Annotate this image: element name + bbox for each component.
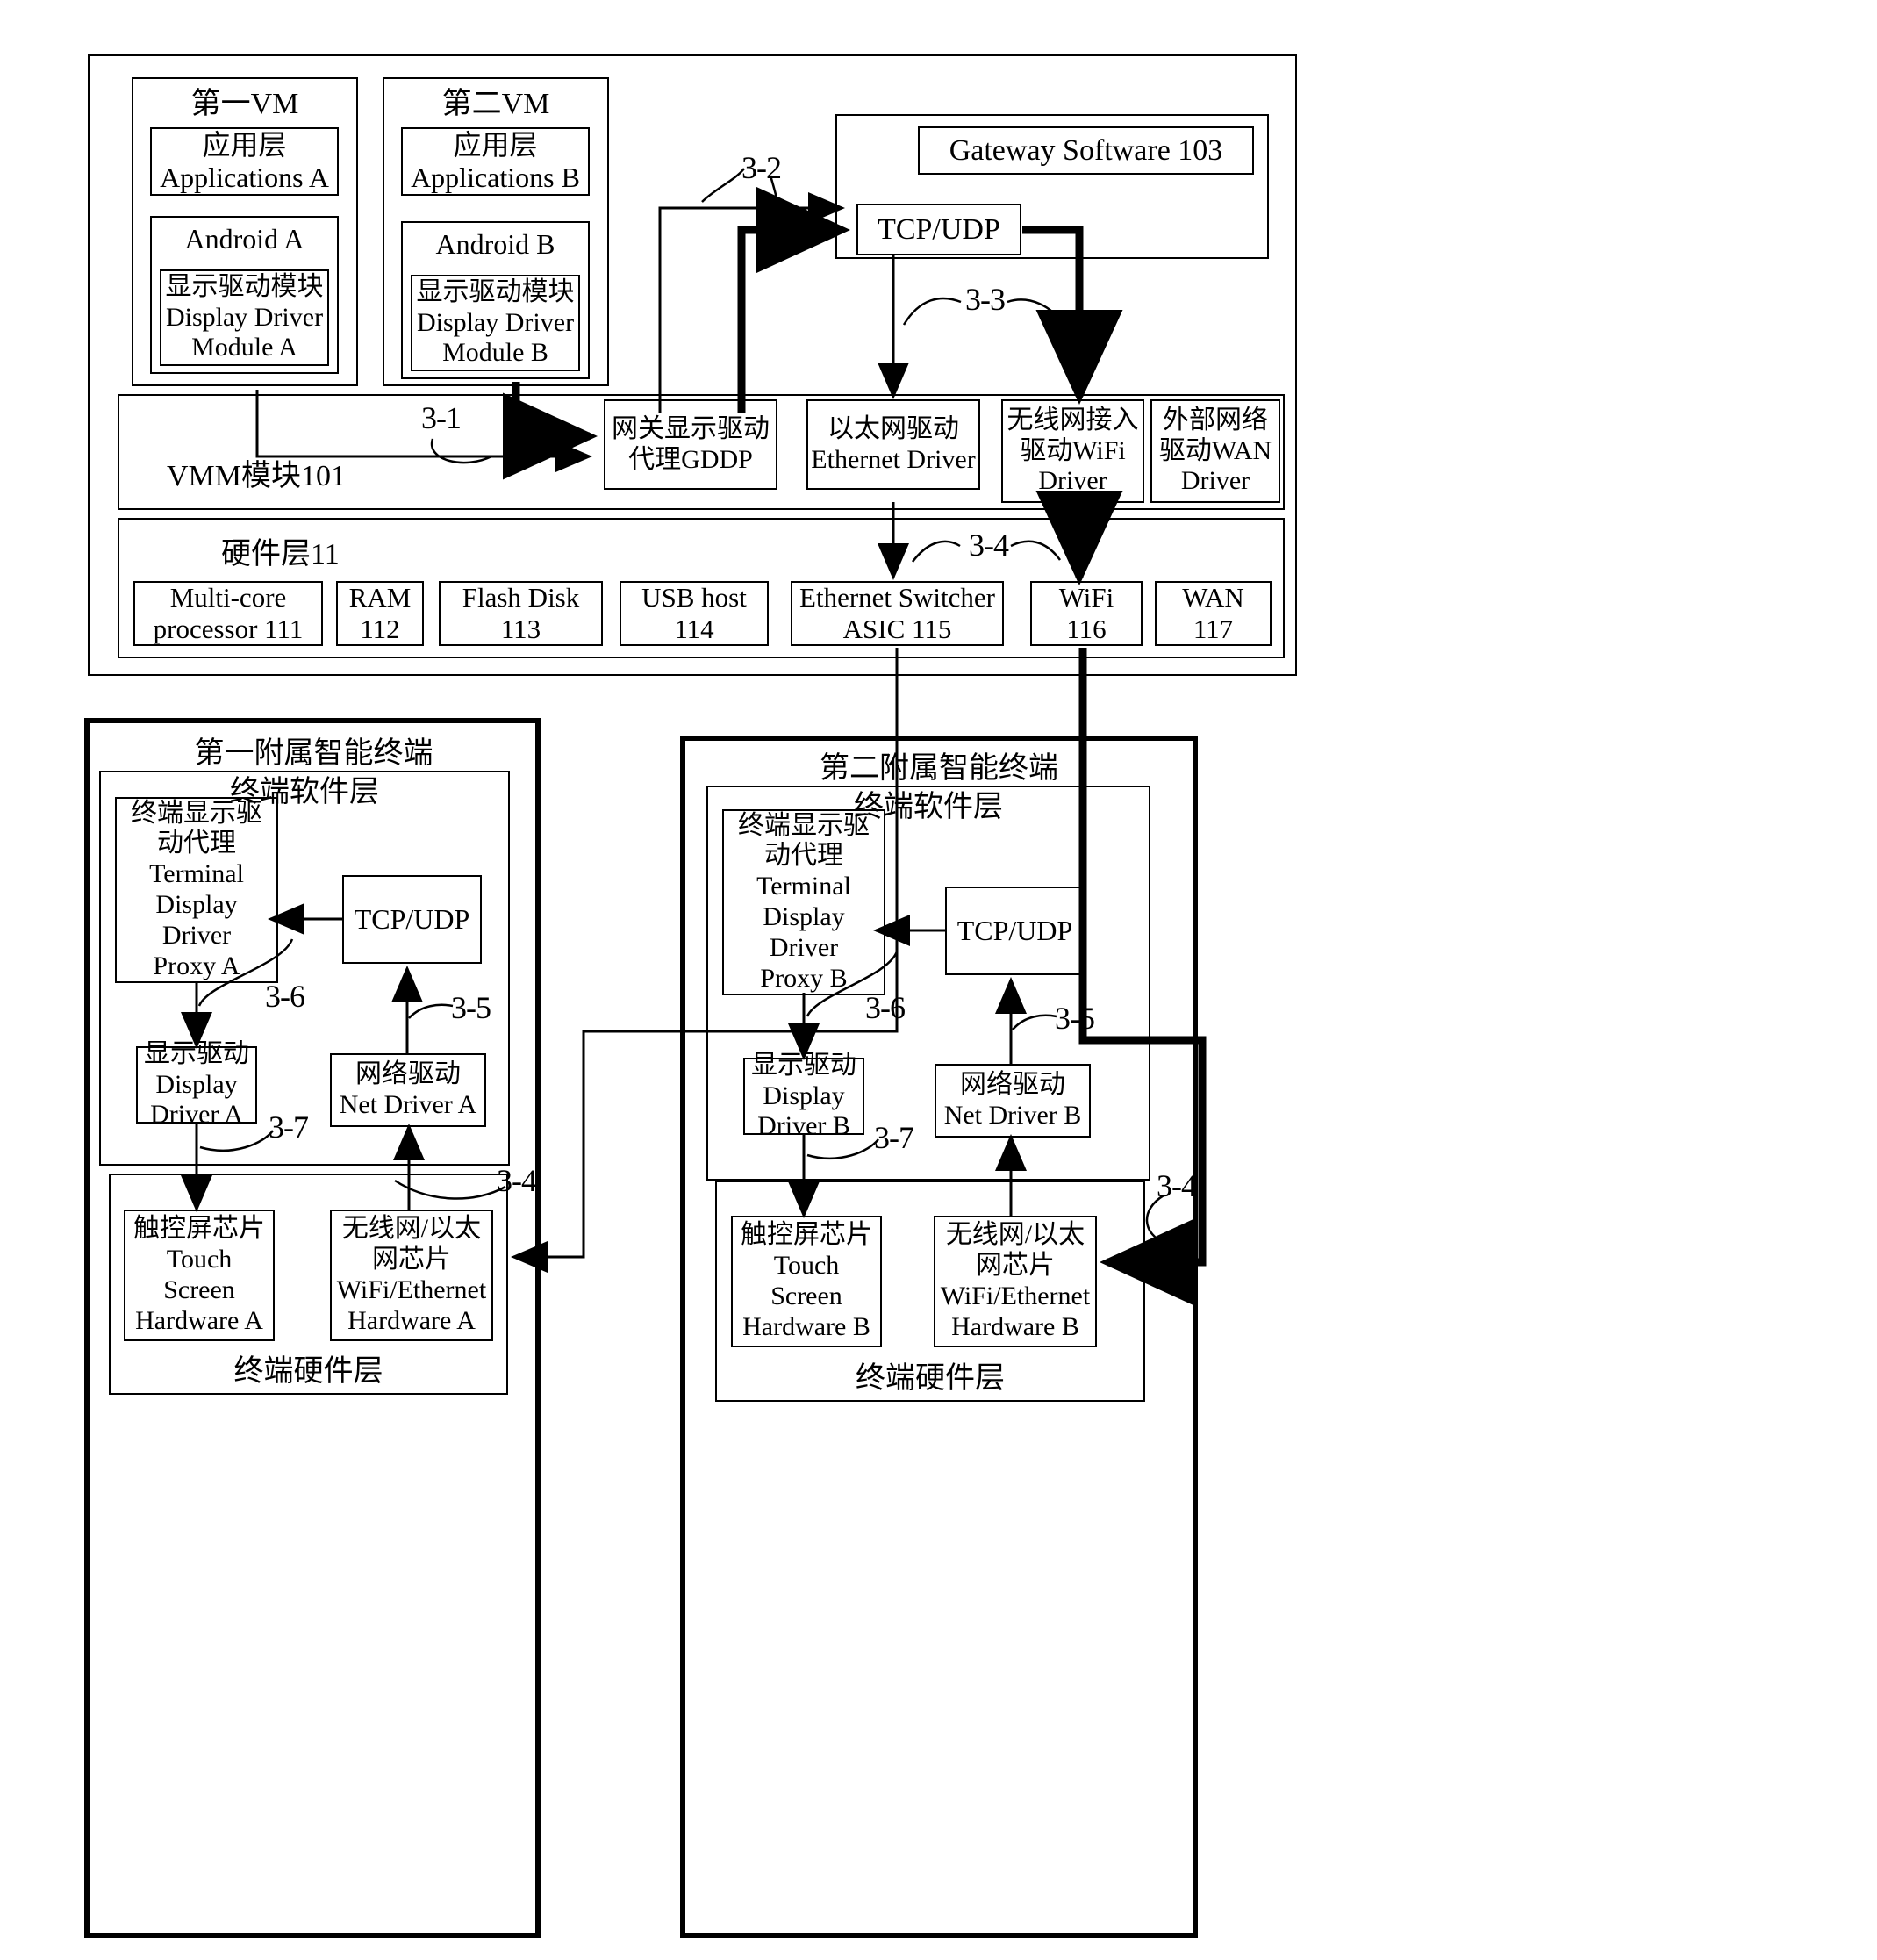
- hw-usbhost-label: USB host 114: [641, 582, 747, 644]
- wifi-driver-label: 无线网接入 驱动WiFi Driver: [1007, 405, 1139, 496]
- terminal-a-touch-screen-label: 触控屏芯片 Touch Screen Hardware A: [133, 1214, 265, 1335]
- flow-label-3-1: 3-1: [421, 400, 462, 435]
- terminal-a-title: 第一附属智能终端: [194, 737, 433, 771]
- flow-label-3-4-gateway: 3-4: [969, 528, 1009, 563]
- flow-label-3-5-terminal-b: 3-5: [1055, 1001, 1095, 1036]
- terminal-a-hardware-layer-title: 终端硬件层: [233, 1355, 383, 1389]
- hw-ram-label: RAM 112: [348, 582, 412, 644]
- terminal-b-wifi-ethernet-label: 无线网/以太 网芯片 WiFi/Ethernet Hardware B: [940, 1220, 1091, 1341]
- terminal-a-display-driver-label: 显示驱动 Display Driver A: [144, 1038, 249, 1130]
- flow-label-3-4-terminal-a: 3-4: [497, 1163, 537, 1198]
- terminal-b-display-driver-proxy-label: 终端显示驱 动代理 Terminal Display Driver Proxy …: [738, 810, 870, 993]
- gateway-software-title: Gateway Software 103: [949, 133, 1223, 167]
- diagram-canvas: 第一VM 应用层 Applications A Android A 显示驱动模块…: [0, 0, 1877, 1960]
- gateway-tcp-udp-label: TCP/UDP: [878, 212, 1000, 246]
- flow-label-3-4-terminal-b: 3-4: [1157, 1168, 1197, 1203]
- terminal-a-display-driver-proxy-label: 终端显示驱 动代理 Terminal Display Driver Proxy …: [131, 798, 262, 980]
- gddp-label: 网关显示驱动 代理GDDP: [612, 413, 770, 474]
- ethernet-driver-label: 以太网驱动 Ethernet Driver: [811, 413, 976, 474]
- terminal-b-title: 第二附属智能终端: [820, 752, 1058, 786]
- terminal-a-wifi-ethernet-label: 无线网/以太 网芯片 WiFi/Ethernet Hardware A: [336, 1214, 487, 1335]
- flow-label-3-7-terminal-a: 3-7: [269, 1109, 309, 1145]
- vm1-display-driver-module-label: 显示驱动模块 Display Driver Module A: [165, 271, 324, 363]
- flow-label-3-6-terminal-b: 3-6: [865, 990, 906, 1025]
- hw-wifi-label: WiFi 116: [1058, 582, 1114, 644]
- terminal-a-tcp-udp-label: TCP/UDP: [354, 902, 470, 935]
- flow-label-3-2: 3-2: [741, 150, 782, 185]
- terminal-b-tcp-udp-label: TCP/UDP: [956, 914, 1073, 946]
- vm1-title: 第一VM: [190, 88, 299, 121]
- flow-label-3-3: 3-3: [965, 282, 1006, 317]
- vm2-display-driver-module-label: 显示驱动模块 Display Driver Module B: [416, 276, 575, 368]
- terminal-b-net-driver-label: 网络驱动 Net Driver B: [943, 1070, 1082, 1130]
- vm2-title: 第二VM: [441, 88, 550, 121]
- vm2-applications-label: 应用层 Applications B: [411, 128, 580, 193]
- hw-wan-label: WAN 117: [1182, 582, 1244, 644]
- terminal-a-net-driver-label: 网络驱动 Net Driver A: [339, 1059, 477, 1119]
- vm1-applications-label: 应用层 Applications A: [160, 128, 329, 193]
- terminal-b-display-driver-label: 显示驱动 Display Driver B: [751, 1050, 856, 1141]
- flow-label-3-6-terminal-a: 3-6: [265, 979, 305, 1014]
- hw-multicore-label: Multi-core processor 111: [153, 582, 304, 644]
- flow-label-3-7-terminal-b: 3-7: [874, 1120, 914, 1155]
- terminal-b-touch-screen-label: 触控屏芯片 Touch Screen Hardware B: [741, 1220, 872, 1341]
- vm2-android-label: Android B: [435, 228, 555, 261]
- terminal-b-hardware-layer-title: 终端硬件层: [856, 1362, 1005, 1396]
- flow-label-3-5-terminal-a: 3-5: [451, 990, 491, 1025]
- wan-driver-label: 外部网络 驱动WAN Driver: [1158, 405, 1272, 496]
- hw-flashdisk-label: Flash Disk 113: [462, 582, 580, 644]
- hw-ethernet-switcher-label: Ethernet Switcher ASIC 115: [799, 582, 995, 644]
- vm1-android-label: Android A: [184, 223, 304, 255]
